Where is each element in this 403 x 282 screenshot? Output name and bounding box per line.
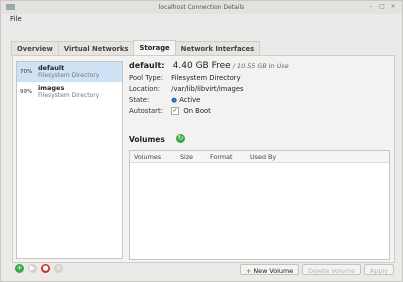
column-format[interactable]: Format (206, 153, 246, 161)
pool-detail-name: default: (129, 61, 165, 70)
pool-type-label: Pool Type: (129, 74, 164, 82)
column-size[interactable]: Size (176, 153, 206, 161)
new-volume-icon: + (246, 267, 252, 275)
state-value: Active (179, 96, 201, 104)
autostart-label: Autostart: (129, 107, 163, 115)
volumes-table: Volumes Size Format Used By (129, 150, 390, 260)
apply-button[interactable]: Apply (363, 264, 394, 275)
tab-storage[interactable]: Storage (133, 40, 176, 55)
tab-overview[interactable]: Overview (11, 41, 59, 55)
add-pool-icon[interactable]: + (15, 264, 24, 273)
tab-virtual-networks[interactable]: Virtual Networks (57, 41, 135, 55)
volumes-heading: Volumes (129, 135, 165, 144)
start-pool-icon[interactable]: ▶ (28, 264, 37, 273)
state-active-icon: ● (171, 96, 178, 104)
minimize-icon[interactable]: – (368, 4, 374, 10)
new-volume-label: New Volume (253, 267, 294, 275)
connection-details-window: localhost Connection Details – □ × File … (0, 0, 403, 282)
new-volume-button[interactable]: + New Volume (240, 264, 300, 275)
autostart-value: On Boot (183, 107, 211, 115)
pool-name: images (38, 84, 65, 92)
pool-row-images[interactable]: 99% images Filesystem Directory (17, 82, 122, 102)
tab-bar: Overview Virtual Networks Storage Networ… (11, 40, 261, 55)
pool-usage: 70% (20, 69, 33, 75)
autostart-checkbox[interactable]: ✓ (171, 107, 180, 115)
volumes-table-header: Volumes Size Format Used By (130, 151, 389, 163)
pool-type-value: Filesystem Directory (171, 74, 241, 82)
location-value: /var/lib/libvirt/images (171, 85, 244, 93)
pool-list: 70% default Filesystem Directory 99% ima… (16, 61, 123, 259)
pool-type: Filesystem Directory (38, 92, 100, 99)
close-icon[interactable]: × (390, 4, 396, 10)
window-title: localhost Connection Details (158, 4, 245, 11)
title-bar: localhost Connection Details – □ × (1, 1, 402, 14)
menu-file[interactable]: File (10, 15, 22, 23)
refresh-volumes-icon[interactable]: ↻ (176, 134, 185, 143)
stop-pool-icon[interactable]: ● (41, 264, 50, 273)
delete-pool-icon[interactable]: × (54, 264, 63, 273)
tab-network-interfaces[interactable]: Network Interfaces (174, 41, 261, 55)
pool-free: 4.40 GB Free (172, 61, 231, 71)
state-label: State: (129, 96, 150, 104)
maximize-icon[interactable]: □ (379, 4, 385, 10)
pool-row-default[interactable]: 70% default Filesystem Directory (17, 62, 122, 82)
pool-usage: 99% (20, 89, 33, 95)
location-label: Location: (129, 85, 161, 93)
pool-name: default (38, 64, 65, 72)
pool-actions: + ▶ ● × (15, 264, 63, 273)
menu-bar: File (10, 15, 22, 25)
column-used-by[interactable]: Used By (246, 153, 276, 161)
volume-actions: + New Volume Delete Volume Apply (240, 264, 394, 275)
pool-in-use: / 10.55 GB In Use (232, 62, 289, 70)
column-volumes[interactable]: Volumes (130, 153, 176, 161)
pool-type: Filesystem Directory (38, 72, 100, 79)
delete-volume-button[interactable]: Delete Volume (302, 264, 361, 275)
